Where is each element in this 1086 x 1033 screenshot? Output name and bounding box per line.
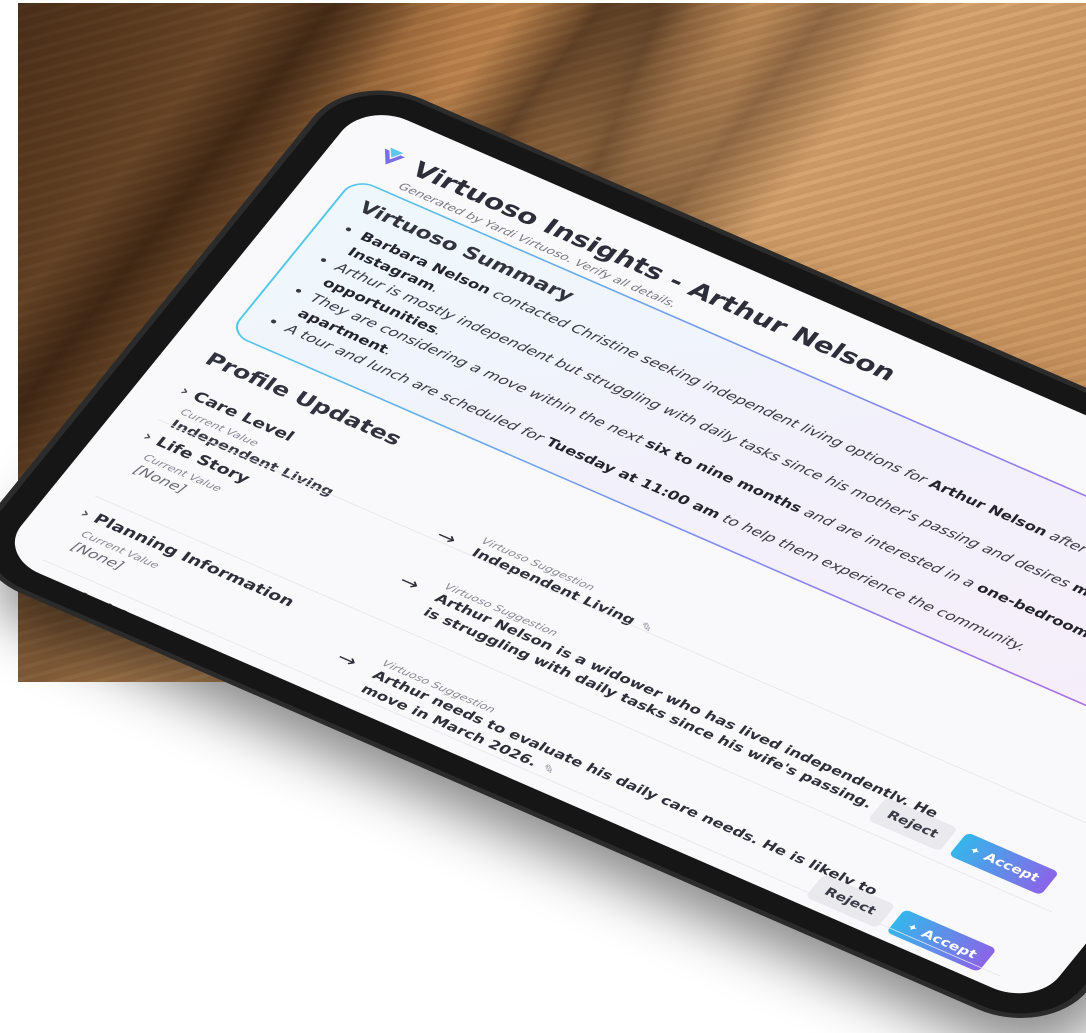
sparkle-icon: ✦ <box>965 844 984 859</box>
arrow-right-icon: → <box>279 712 310 736</box>
suggestion-text: Widower <box>317 731 400 776</box>
arrow-right-icon: → <box>394 571 425 595</box>
arrow-right-icon: → <box>331 648 362 672</box>
chevron-right-icon: › <box>24 569 43 586</box>
accept-label: Accept <box>980 849 1043 885</box>
sparkle-icon: ✦ <box>903 920 922 935</box>
virtuoso-logo-icon <box>384 147 406 165</box>
pencil-icon[interactable]: ✎ <box>396 766 418 785</box>
